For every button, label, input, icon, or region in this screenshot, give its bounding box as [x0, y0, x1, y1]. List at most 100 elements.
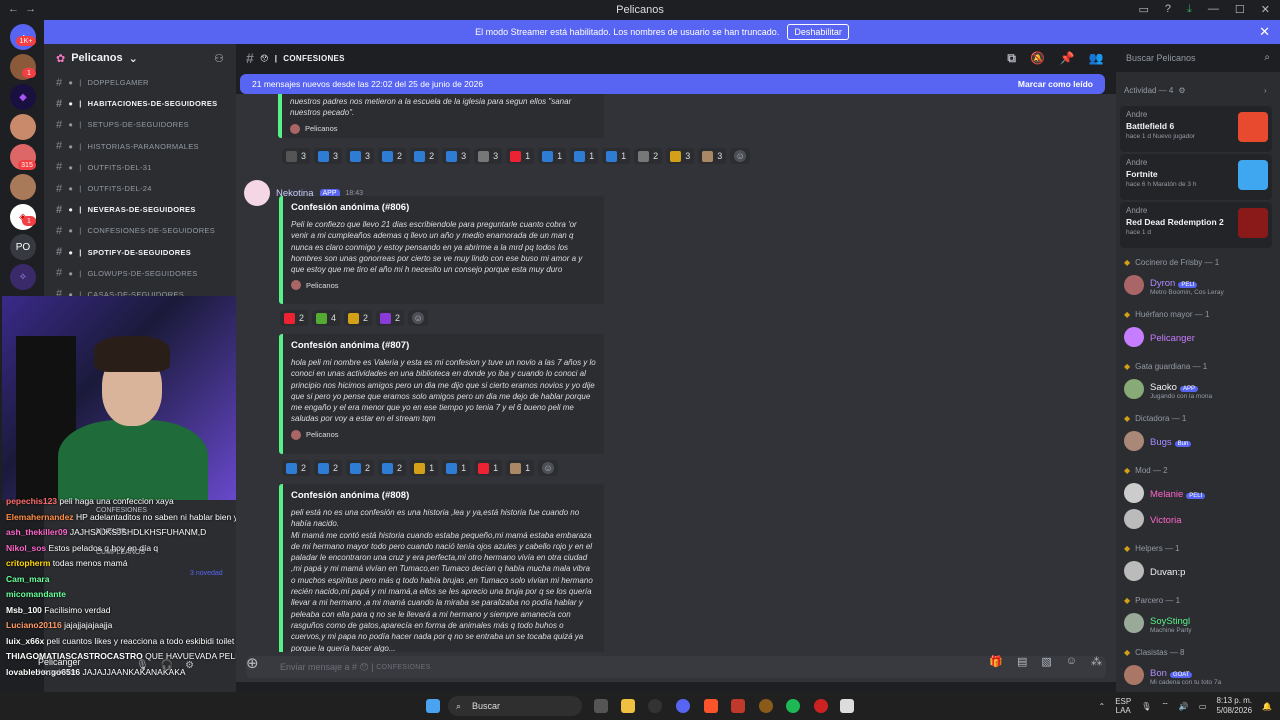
- brave-icon[interactable]: [704, 699, 718, 713]
- member-item[interactable]: Bugs Bun: [1120, 428, 1270, 454]
- reaction-button[interactable]: 1: [602, 148, 631, 164]
- app-icon[interactable]: [814, 699, 828, 713]
- task-view-icon[interactable]: [594, 699, 608, 713]
- reaction-button[interactable]: 1: [410, 460, 439, 476]
- volume-icon[interactable]: 🔊: [1179, 702, 1189, 711]
- microphone-icon[interactable]: 🎙: [136, 660, 149, 671]
- sticker-icon[interactable]: ▧: [1041, 655, 1051, 668]
- reaction-button[interactable]: 2: [634, 148, 663, 164]
- add-reaction-button[interactable]: ☺: [408, 310, 429, 326]
- back-arrow-icon[interactable]: ← →: [8, 3, 36, 15]
- channel-item[interactable]: # ● | setups-de-seguidores: [44, 114, 236, 135]
- emoji-picker-icon[interactable]: ☺: [1066, 655, 1077, 668]
- server-icon[interactable]: ◆: [10, 84, 36, 110]
- spotify-icon[interactable]: [786, 699, 800, 713]
- app-icon[interactable]: [759, 699, 773, 713]
- minimize-button[interactable]: —: [1208, 3, 1219, 16]
- member-item[interactable]: Victoria: [1120, 506, 1270, 532]
- chevron-up-icon[interactable]: ⌃: [1099, 702, 1106, 711]
- channel-item[interactable]: # ● | doppelgamer: [44, 72, 236, 93]
- download-icon[interactable]: ⤓: [1187, 3, 1192, 16]
- help-icon[interactable]: ?: [1165, 3, 1171, 16]
- taskbar-search[interactable]: ⌕ Buscar: [448, 696, 582, 716]
- channel-item[interactable]: # ● | confesiones-de-seguidores: [44, 220, 236, 241]
- app-icon[interactable]: [840, 699, 854, 713]
- reaction-button[interactable]: 3: [474, 148, 503, 164]
- server-icon[interactable]: ✧: [10, 264, 36, 290]
- mark-read-button[interactable]: Marcar como leído: [1018, 79, 1093, 89]
- server-header[interactable]: ✿ Pelicanos ⌄ ⚇: [44, 44, 236, 72]
- reaction-button[interactable]: 1: [506, 460, 535, 476]
- member-item[interactable]: Pelicanger: [1120, 324, 1270, 350]
- disable-button[interactable]: Deshabilitar: [787, 24, 849, 40]
- add-reaction-button[interactable]: ☺: [730, 148, 751, 164]
- message-input[interactable]: Enviar mensaje a # 😯 | CONFESIONES: [246, 656, 1106, 678]
- reaction-button[interactable]: 2: [376, 310, 405, 326]
- member-item[interactable]: Bon GOAT Mi cadena con tu toto 7a: [1120, 662, 1270, 688]
- channel-item[interactable]: # ● | glowups-de-seguidores: [44, 263, 236, 284]
- server-icon[interactable]: [10, 174, 36, 200]
- obs-icon[interactable]: [648, 699, 662, 713]
- avatar[interactable]: [244, 180, 270, 206]
- add-attachment-icon[interactable]: ⊕: [246, 654, 259, 672]
- reaction-button[interactable]: 3: [314, 148, 343, 164]
- battery-icon[interactable]: ▭: [1199, 702, 1207, 711]
- threads-icon[interactable]: ⧉: [1007, 51, 1016, 66]
- channel-item[interactable]: # ● | historias-paranormales: [44, 136, 236, 157]
- channel-item[interactable]: # ● | habitaciones-de-seguidores: [44, 93, 236, 114]
- reaction-button[interactable]: 2: [410, 148, 439, 164]
- activity-card[interactable]: Andre Red Dead Redemption 2 hace 1 d: [1120, 202, 1272, 248]
- reaction-button[interactable]: 3: [346, 148, 375, 164]
- reaction-button[interactable]: 3: [442, 148, 471, 164]
- reaction-button[interactable]: 1: [474, 460, 503, 476]
- reaction-button[interactable]: 3: [282, 148, 311, 164]
- reaction-button[interactable]: 4: [312, 310, 341, 326]
- maximize-button[interactable]: ☐: [1235, 3, 1245, 16]
- settings-gear-icon[interactable]: ⚙: [185, 660, 194, 671]
- channel-item[interactable]: # ● | outfits-del-24: [44, 178, 236, 199]
- reaction-button[interactable]: 2: [282, 460, 311, 476]
- pin-icon[interactable]: 📌: [1060, 51, 1075, 66]
- member-item[interactable]: Dyron PELI Metro Boomin, Cos Leray: [1120, 272, 1270, 298]
- reaction-button[interactable]: 2: [378, 460, 407, 476]
- reaction-button[interactable]: 2: [378, 148, 407, 164]
- server-po[interactable]: PO: [10, 234, 36, 260]
- member-item[interactable]: Melanie PELI: [1120, 480, 1270, 506]
- apps-icon[interactable]: ⁂: [1091, 655, 1102, 668]
- app-icon[interactable]: [731, 699, 745, 713]
- inbox-icon[interactable]: ▭: [1139, 3, 1149, 16]
- reaction-button[interactable]: 3: [698, 148, 727, 164]
- new-messages-bar[interactable]: 21 mensajes nuevos desde las 22:02 del 2…: [240, 74, 1105, 94]
- close-button[interactable]: ✕: [1261, 3, 1270, 16]
- gear-icon[interactable]: ⚙: [1178, 86, 1185, 95]
- mic-icon[interactable]: 🎙: [1141, 702, 1151, 711]
- gif-icon[interactable]: ▤: [1017, 655, 1027, 668]
- activity-card[interactable]: Andre Battlefield 6 hace 1 d Nuevo jugad…: [1120, 106, 1272, 152]
- server-icon[interactable]: [10, 114, 36, 140]
- member-item[interactable]: Saoko APP Jugando con la mona: [1120, 376, 1270, 402]
- reaction-button[interactable]: 2: [280, 310, 309, 326]
- chevron-right-icon[interactable]: ›: [1264, 86, 1267, 95]
- wifi-icon[interactable]: ⌔: [1161, 701, 1169, 711]
- reaction-button[interactable]: 1: [506, 148, 535, 164]
- channel-item[interactable]: # ● | neveras-de-seguidores: [44, 199, 236, 220]
- search-input[interactable]: Buscar Pelicanos ⌕: [1116, 44, 1280, 72]
- add-member-icon[interactable]: ⚇: [214, 52, 224, 65]
- channel-item[interactable]: # ● | spotify-de-seguidores: [44, 242, 236, 263]
- file-explorer-icon[interactable]: [621, 699, 635, 713]
- reaction-button[interactable]: 2: [344, 310, 373, 326]
- members-icon[interactable]: 👥: [1089, 51, 1104, 66]
- notification-bell-icon[interactable]: 🔔: [1262, 702, 1272, 711]
- discord-icon[interactable]: [676, 699, 690, 713]
- headphones-icon[interactable]: 🎧: [161, 660, 173, 671]
- reaction-button[interactable]: 1: [442, 460, 471, 476]
- member-item[interactable]: SoyStingl Machine Party: [1120, 610, 1270, 636]
- mute-bell-icon[interactable]: 🔕: [1030, 51, 1045, 66]
- reaction-button[interactable]: 1: [570, 148, 599, 164]
- add-reaction-button[interactable]: ☺: [538, 460, 559, 476]
- reaction-button[interactable]: 1: [538, 148, 567, 164]
- close-banner-icon[interactable]: ✕: [1259, 24, 1270, 40]
- channel-item[interactable]: # ● | outfits-del-31: [44, 157, 236, 178]
- windows-start-icon[interactable]: [426, 699, 440, 713]
- reaction-button[interactable]: 2: [314, 460, 343, 476]
